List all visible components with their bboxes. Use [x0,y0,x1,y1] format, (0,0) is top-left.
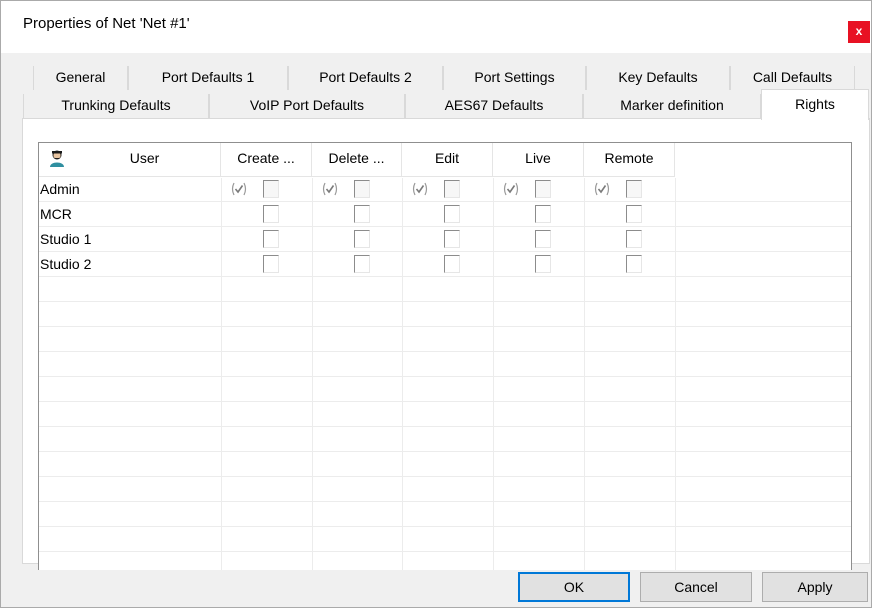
user-name: Studio 2 [40,256,92,272]
right-checkbox[interactable] [263,255,279,273]
inherited-check-icon [231,182,247,196]
right-checkbox[interactable] [535,230,551,248]
properties-dialog: Properties of Net 'Net #1' x General Por… [0,0,872,608]
tab-trunking-defaults[interactable]: Trunking Defaults [23,94,209,118]
empty-row [39,452,851,477]
right-checkbox[interactable] [263,205,279,223]
column-header-delete[interactable]: Delete ... [312,143,402,176]
right-checkbox[interactable] [354,230,370,248]
tab-panel-rights: User Create ... Delete ... Edit Live Rem… [22,118,870,570]
right-checkbox[interactable] [354,205,370,223]
apply-button[interactable]: Apply [762,572,868,602]
user-name: Admin [40,181,80,197]
rights-list[interactable]: User Create ... Delete ... Edit Live Rem… [38,142,852,570]
empty-row [39,527,851,552]
right-checkbox[interactable] [444,205,460,223]
empty-row [39,327,851,352]
inherited-check-icon [412,182,428,196]
right-checkbox[interactable] [263,180,279,198]
empty-row [39,552,851,570]
right-checkbox[interactable] [263,230,279,248]
column-header-user[interactable]: User [39,143,221,176]
ok-button[interactable]: OK [518,572,630,602]
close-button[interactable]: x [848,21,870,43]
tab-port-defaults-1[interactable]: Port Defaults 1 [128,66,288,90]
empty-row [39,302,851,327]
empty-row [39,277,851,302]
column-header-edit[interactable]: Edit [402,143,493,176]
tab-aes67-defaults[interactable]: AES67 Defaults [405,94,583,118]
tab-general[interactable]: General [33,66,128,90]
empty-row [39,427,851,452]
tab-marker-definition[interactable]: Marker definition [583,94,761,118]
column-header-live[interactable]: Live [493,143,584,176]
right-checkbox[interactable] [444,180,460,198]
table-row[interactable]: Studio 2 [39,252,851,277]
empty-row [39,352,851,377]
right-checkbox[interactable] [535,255,551,273]
cancel-button[interactable]: Cancel [640,572,752,602]
right-checkbox[interactable] [535,205,551,223]
right-checkbox[interactable] [626,180,642,198]
list-header: User Create ... Delete ... Edit Live Rem… [39,143,675,177]
table-row[interactable]: Studio 1 [39,227,851,252]
inherited-check-icon [322,182,338,196]
empty-row [39,377,851,402]
column-header-create[interactable]: Create ... [221,143,312,176]
tab-rights[interactable]: Rights [761,89,869,120]
empty-row [39,402,851,427]
user-icon [50,150,64,167]
inherited-check-icon [503,182,519,196]
right-checkbox[interactable] [626,205,642,223]
tab-port-defaults-2[interactable]: Port Defaults 2 [288,66,443,90]
table-row[interactable]: Admin [39,177,851,202]
column-header-remote[interactable]: Remote [584,143,675,176]
right-checkbox[interactable] [535,180,551,198]
user-name: MCR [40,206,72,222]
empty-row [39,502,851,527]
tab-voip-port-defaults[interactable]: VoIP Port Defaults [209,94,405,118]
right-checkbox[interactable] [626,230,642,248]
right-checkbox[interactable] [354,255,370,273]
user-name: Studio 1 [40,231,92,247]
right-checkbox[interactable] [626,255,642,273]
tab-key-defaults[interactable]: Key Defaults [586,66,730,90]
table-row[interactable]: MCR [39,202,851,227]
window-title: Properties of Net 'Net #1' [23,15,190,32]
inherited-check-icon [594,182,610,196]
right-checkbox[interactable] [444,255,460,273]
right-checkbox[interactable] [354,180,370,198]
tab-port-settings[interactable]: Port Settings [443,66,586,90]
tab-call-defaults[interactable]: Call Defaults [730,66,855,90]
column-label-user: User [129,150,160,166]
empty-row [39,477,851,502]
right-checkbox[interactable] [444,230,460,248]
title-bar[interactable]: Properties of Net 'Net #1' x [1,1,871,53]
